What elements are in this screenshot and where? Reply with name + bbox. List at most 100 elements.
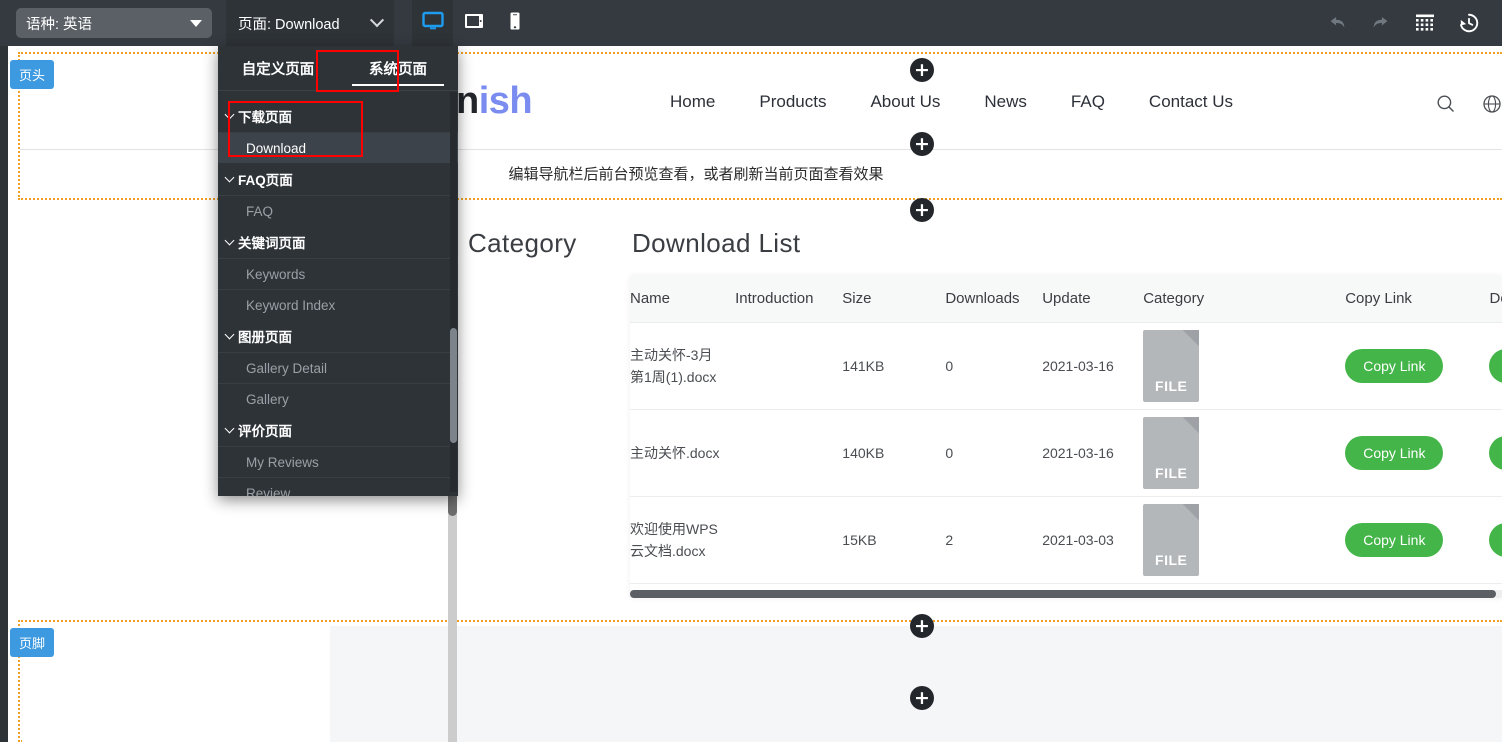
download-table-body: 主动关怀-3月第1周(1).docx 141KB 0 2021-03-16 FI…	[630, 322, 1502, 583]
copy-link-button[interactable]: Copy Link	[1345, 349, 1443, 383]
list-item-download[interactable]: Download	[218, 132, 458, 163]
file-icon-label: FILE	[1143, 378, 1199, 394]
chevron-down-icon	[225, 110, 235, 120]
tab-system-pages[interactable]: 系统页面	[338, 46, 458, 90]
history-clock-icon[interactable]	[1458, 12, 1480, 34]
tablet-icon	[463, 10, 485, 37]
column-header-update[interactable]: Update	[1042, 276, 1143, 322]
table-hscrollbar-track[interactable]	[630, 590, 1502, 598]
column-header-category[interactable]: Category	[1143, 276, 1345, 322]
desktop-icon	[421, 9, 445, 38]
list-item-gallery[interactable]: Gallery	[218, 383, 458, 414]
editor-notice-text: 编辑导航栏后前台预览查看，或者刷新当前页面查看效果	[508, 163, 883, 184]
column-header-copy-link[interactable]: Copy Link	[1345, 276, 1489, 322]
mobile-icon	[504, 10, 526, 37]
cell-update: 2021-03-03	[1042, 496, 1143, 583]
mobile-view-button[interactable]	[494, 0, 535, 46]
page-selector-dropdown: 自定义页面 系统页面 下载页面 Download FAQ页面 FAQ 关键词页面	[218, 46, 458, 496]
group-label: 评价页面	[238, 420, 292, 440]
section-badge-footer[interactable]: 页脚	[10, 628, 54, 657]
list-item-faq[interactable]: FAQ	[218, 195, 458, 226]
add-section-button-5[interactable]: +	[910, 686, 934, 710]
category-heading: Category	[468, 228, 577, 259]
group-download-pages[interactable]: 下载页面	[218, 100, 458, 132]
group-keyword-pages[interactable]: 关键词页面	[218, 226, 458, 258]
editor-root: 页头 nish Home Products About Us News FAQ …	[0, 0, 1502, 742]
cell-name: 欢迎使用WPS云文档.docx	[630, 518, 720, 562]
group-label: 图册页面	[238, 326, 292, 346]
table-row[interactable]: 主动关怀-3月第1周(1).docx 141KB 0 2021-03-16 FI…	[630, 322, 1502, 409]
nav-link-contact-us[interactable]: Contact Us	[1149, 92, 1233, 112]
language-selector[interactable]: 语种: 英语	[16, 8, 212, 38]
globe-icon[interactable]	[1482, 94, 1502, 119]
column-header-name[interactable]: Name	[630, 276, 735, 322]
table-row[interactable]: 欢迎使用WPS云文档.docx 15KB 2 2021-03-03 FILE C…	[630, 496, 1502, 583]
download-button[interactable]: Download	[1489, 523, 1502, 557]
file-icon: FILE	[1143, 330, 1199, 402]
tablet-view-button[interactable]	[453, 0, 494, 46]
chevron-down-icon	[225, 236, 235, 246]
list-item-review[interactable]: Review	[218, 477, 458, 496]
cell-downloads: 0	[945, 409, 1042, 496]
column-header-downloads[interactable]: Downloads	[945, 276, 1042, 322]
list-item-keywords[interactable]: Keywords	[218, 258, 458, 289]
table-header-row: Name Introduction Size Downloads Update …	[630, 276, 1502, 322]
editor-toolbar: 语种: 英语 页面: Download	[0, 0, 1502, 46]
file-icon-label: FILE	[1143, 465, 1199, 481]
download-table-container: Name Introduction Size Downloads Update …	[630, 276, 1502, 598]
group-gallery-pages[interactable]: 图册页面	[218, 320, 458, 352]
cell-name: 主动关怀-3月第1周(1).docx	[630, 344, 720, 388]
list-item-keyword-index[interactable]: Keyword Index	[218, 289, 458, 320]
cell-name: 主动关怀.docx	[630, 442, 720, 464]
undo-arrow-icon[interactable]	[1326, 12, 1348, 34]
grid-icon[interactable]	[1414, 12, 1436, 34]
cell-introduction	[735, 322, 842, 409]
add-section-button-3[interactable]: +	[910, 198, 934, 222]
nav-link-products[interactable]: Products	[759, 92, 826, 112]
chevron-down-icon	[225, 173, 235, 183]
cell-update: 2021-03-16	[1042, 322, 1143, 409]
language-selector-label: 语种: 英语	[26, 13, 190, 34]
cell-size: 140KB	[842, 409, 945, 496]
nav-link-about-us[interactable]: About Us	[870, 92, 940, 112]
list-item-gallery-detail[interactable]: Gallery Detail	[218, 352, 458, 383]
list-item-my-reviews[interactable]: My Reviews	[218, 446, 458, 477]
download-button[interactable]: Download	[1489, 349, 1502, 383]
site-nav-icons	[1436, 94, 1502, 119]
group-label: 下载页面	[238, 106, 292, 126]
column-header-introduction[interactable]: Introduction	[735, 276, 842, 322]
copy-link-button[interactable]: Copy Link	[1345, 523, 1443, 557]
logo-accent-text: ish	[479, 80, 532, 122]
nav-link-news[interactable]: News	[984, 92, 1027, 112]
site-logo[interactable]: nish	[456, 80, 532, 123]
download-button[interactable]: Download	[1489, 436, 1502, 470]
tab-custom-pages[interactable]: 自定义页面	[218, 46, 338, 90]
table-hscrollbar-thumb[interactable]	[630, 590, 1496, 598]
cell-size: 141KB	[842, 322, 945, 409]
search-icon[interactable]	[1436, 94, 1456, 119]
group-faq-pages[interactable]: FAQ页面	[218, 163, 458, 195]
cell-introduction	[735, 496, 842, 583]
chevron-down-icon	[225, 330, 235, 340]
section-badge-header[interactable]: 页头	[10, 60, 54, 89]
add-section-button-1[interactable]: +	[910, 58, 934, 82]
page-selector[interactable]: 页面: Download	[226, 0, 394, 46]
site-footer: English Our Contacts Follow Us	[330, 626, 1502, 742]
canvas-left-rail	[0, 46, 8, 742]
redo-arrow-icon[interactable]	[1370, 12, 1392, 34]
copy-link-button[interactable]: Copy Link	[1345, 436, 1443, 470]
table-row[interactable]: 主动关怀.docx 140KB 0 2021-03-16 FILE Copy L…	[630, 409, 1502, 496]
file-icon: FILE	[1143, 417, 1199, 489]
group-review-pages[interactable]: 评价页面	[218, 414, 458, 446]
add-section-button-2[interactable]: +	[910, 132, 934, 156]
chevron-down-icon	[225, 424, 235, 434]
column-header-size[interactable]: Size	[842, 276, 945, 322]
nav-link-home[interactable]: Home	[670, 92, 715, 112]
chevron-down-icon	[370, 13, 384, 27]
nav-link-faq[interactable]: FAQ	[1071, 92, 1105, 112]
add-section-button-4[interactable]: +	[910, 614, 934, 638]
list-item[interactable]	[218, 91, 458, 100]
desktop-view-button[interactable]	[412, 0, 453, 46]
dropdown-scrollbar-thumb[interactable]	[450, 328, 457, 443]
column-header-download[interactable]: Download	[1489, 276, 1502, 322]
